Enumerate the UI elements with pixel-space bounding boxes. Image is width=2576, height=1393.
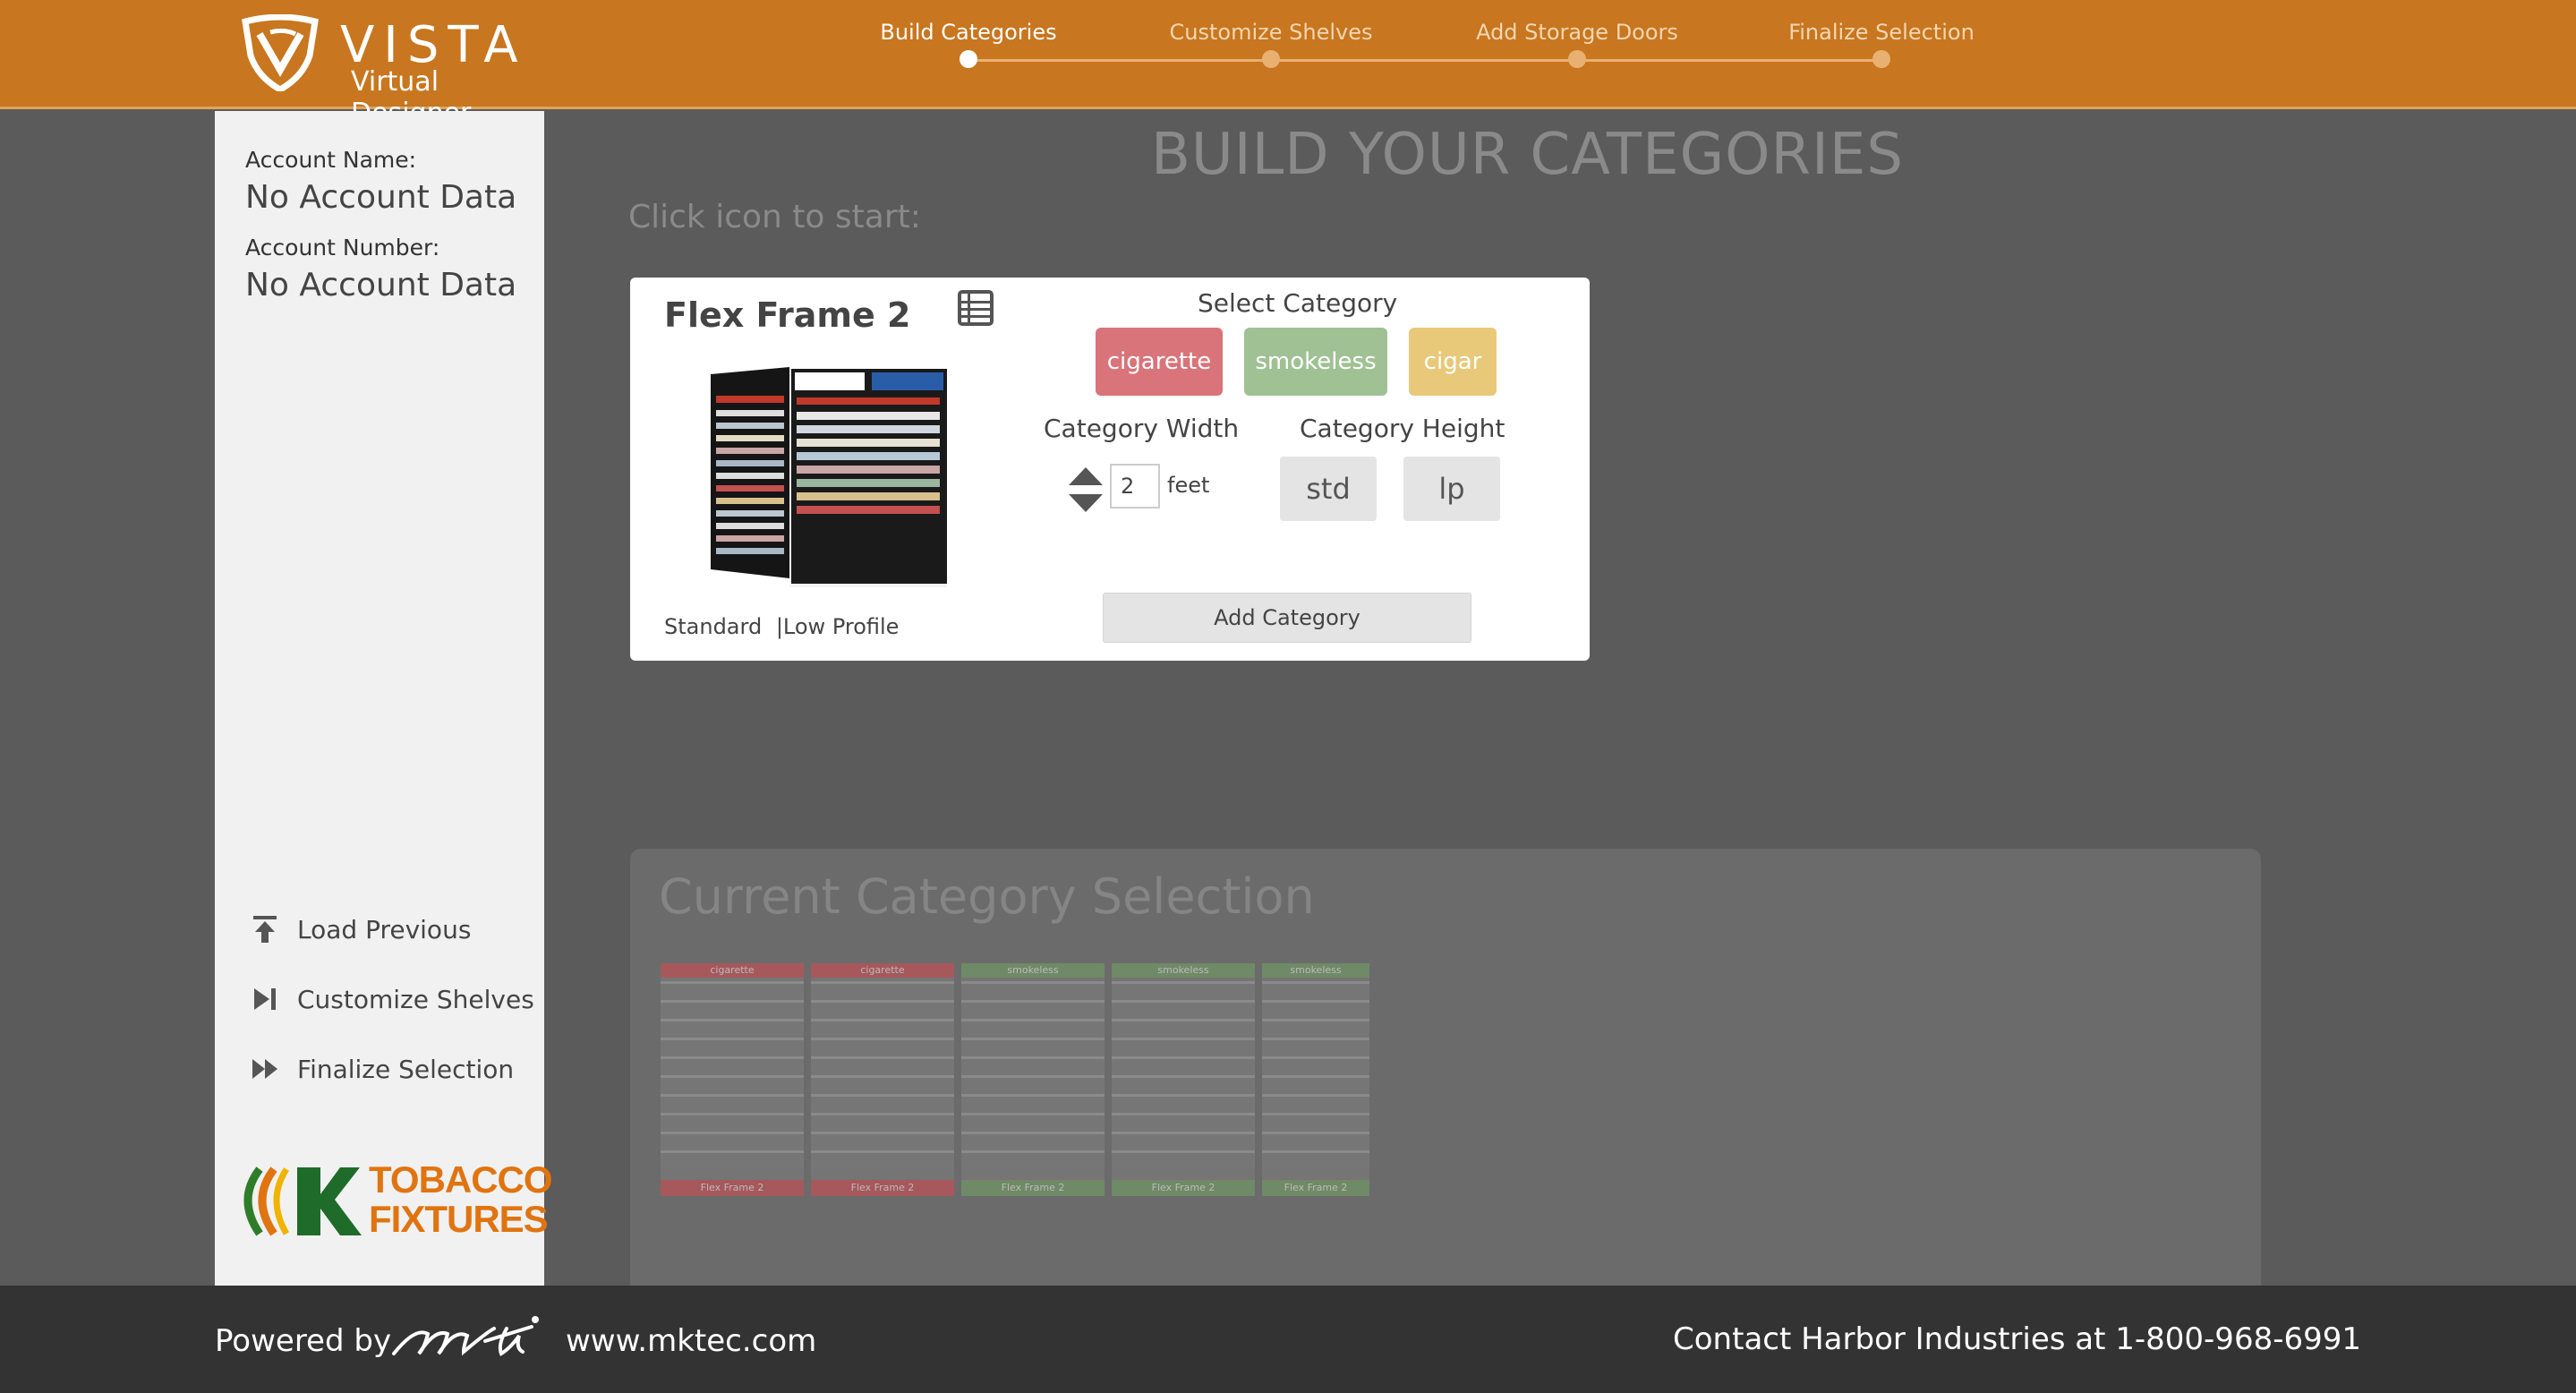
module-shelves [811,981,954,1169]
category-smokeless-button[interactable]: smokeless [1244,328,1387,396]
selected-module[interactable]: smokeless Flex Frame 2 [961,963,1105,1196]
module-category-label: smokeless [1262,963,1369,978]
module-frame-label: Flex Frame 2 [1262,1180,1369,1196]
select-category-label: Select Category [1198,288,1398,318]
category-width-input[interactable]: 2 [1110,464,1160,508]
current-selection-title: Current Category Selection [659,868,1315,925]
category-width-label: Category Width [1044,414,1240,443]
step-dot [1568,50,1586,68]
step-label: Finalize Selection [1788,20,1975,45]
step-label: Build Categories [880,20,1057,45]
partner-line2: FIXTURES [369,1198,549,1240]
step-customize-shelves[interactable]: Customize Shelves [1146,20,1396,68]
mti-logo[interactable] [388,1309,550,1364]
powered-by-label: Powered by [215,1323,392,1359]
top-header: VISTA Virtual Designer Build Categories … [0,0,2576,129]
current-selection-panel: Current Category Selection cigarette Flex… [630,849,2261,1286]
account-number-value: No Account Data [245,267,517,303]
page-instruction: Click icon to start: [628,199,921,235]
height-lp-button[interactable]: lp [1403,457,1500,521]
module-frame-label: Flex Frame 2 [661,1180,804,1196]
account-name-value: No Account Data [245,179,517,216]
category-cigar-button[interactable]: cigar [1409,328,1497,396]
module-shelves [661,981,804,1169]
step-label: Add Storage Doors [1476,20,1678,45]
sidebar: Account Name: No Account Data Account Nu… [215,111,553,1286]
module-category-label: smokeless [961,963,1105,978]
tobacco-fixtures-mark-icon [243,1167,362,1236]
finalize-selection-label: Finalize Selection [297,1054,515,1084]
list-icon[interactable] [958,290,994,326]
step-build-categories[interactable]: Build Categories [843,20,1094,68]
page-title: BUILD YOUR CATEGORIES [1151,122,1904,188]
module-frame-label: Flex Frame 2 [961,1180,1105,1196]
width-unit-label: feet [1167,473,1210,498]
step-dot [960,50,977,68]
selected-module[interactable]: cigarette Flex Frame 2 [661,963,804,1196]
account-number-label: Account Number: [245,235,440,261]
step-dot [1872,50,1890,68]
category-builder-card: Flex Frame 2 Standard |Low Profile Selec… [630,278,1590,661]
footer: Powered by www.mktec.com Contact Harbor … [0,1286,2576,1393]
upload-icon [249,913,281,945]
category-cigarette-button[interactable]: cigarette [1096,328,1223,396]
height-std-button[interactable]: std [1280,457,1377,521]
profile-standard-link[interactable]: Standard [664,614,762,639]
module-frame-label: Flex Frame 2 [811,1180,954,1196]
progress-steps: Build Categories Customize Shelves Add S… [0,0,2576,109]
contact-info: Contact Harbor Industries at 1-800-968-6… [1673,1321,2361,1357]
module-shelves [961,981,1105,1169]
tobacco-fixtures-text: TOBACCO FIXTURES [369,1158,553,1240]
tobacco-fixtures-logo: TOBACCO FIXTURES [235,1153,553,1252]
profile-low-link[interactable]: Low Profile [783,614,900,639]
profile-options: Standard |Low Profile [664,614,899,639]
module-shelves [1262,981,1369,1169]
fast-forward-icon [249,1053,281,1085]
module-frame-label: Flex Frame 2 [1112,1180,1255,1196]
module-category-label: cigarette [811,963,954,978]
module-category-label: smokeless [1112,963,1255,978]
selected-module[interactable]: cigarette Flex Frame 2 [811,963,954,1196]
category-height-label: Category Height [1300,414,1506,443]
step-dot [1262,50,1280,68]
flex-frame-product-image[interactable] [705,365,951,589]
step-label: Customize Shelves [1169,20,1373,45]
finalize-selection-button[interactable]: Finalize Selection [249,1049,514,1089]
product-title: Flex Frame 2 [664,295,911,335]
module-shelves [1112,981,1255,1169]
progress-line [970,59,1883,62]
step-add-storage-doors[interactable]: Add Storage Doors [1452,20,1702,68]
account-name-label: Account Name: [245,147,417,173]
partner-line1: TOBACCO [369,1158,553,1201]
profile-separator: | [775,614,783,639]
module-category-label: cigarette [661,963,804,978]
selected-module[interactable]: smokeless Flex Frame 2 [1112,963,1255,1196]
website-link[interactable]: www.mktec.com [566,1323,816,1359]
load-previous-label: Load Previous [297,914,472,944]
play-skip-icon [249,983,281,1015]
load-previous-button[interactable]: Load Previous [249,910,471,949]
customize-shelves-label: Customize Shelves [297,984,534,1014]
width-stepper-icon[interactable] [1067,464,1105,516]
add-category-button[interactable]: Add Category [1103,593,1471,643]
selected-module[interactable]: smokeless Flex Frame 2 [1262,963,1369,1196]
step-finalize-selection[interactable]: Finalize Selection [1756,20,2007,68]
customize-shelves-button[interactable]: Customize Shelves [249,979,534,1019]
